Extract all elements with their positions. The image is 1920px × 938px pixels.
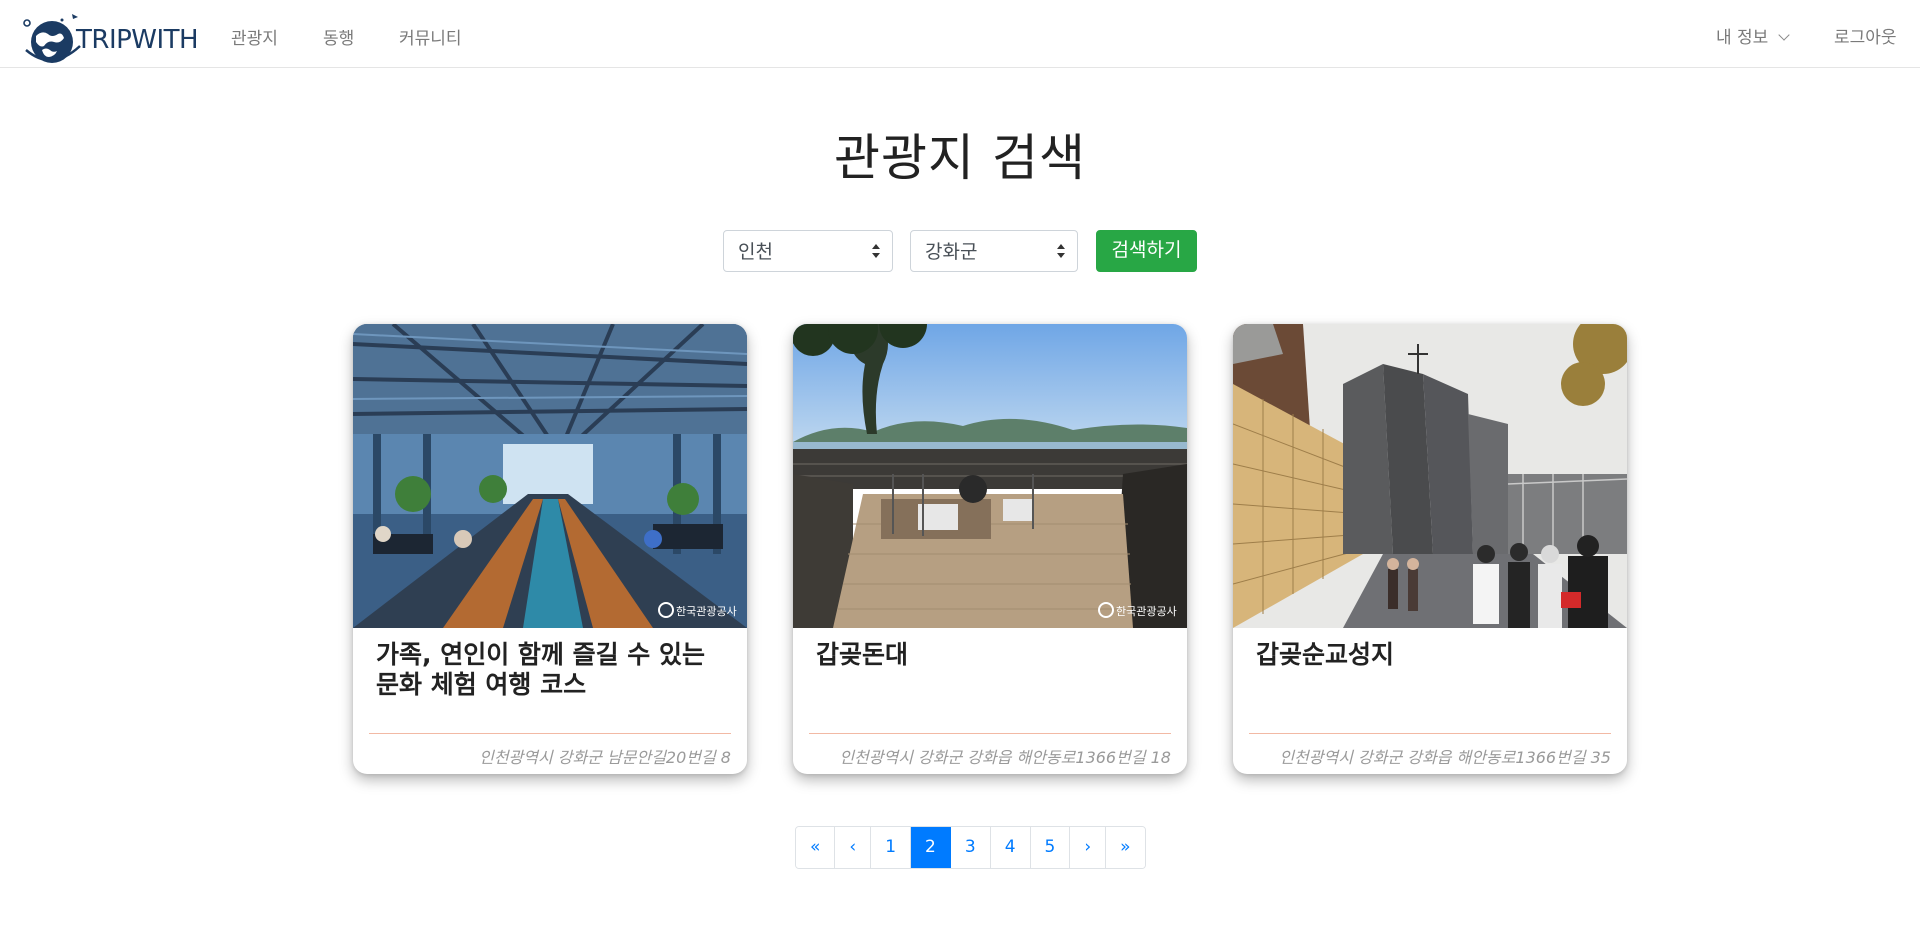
district-select-value: 강화군 <box>925 241 978 263</box>
card-divider <box>369 733 731 734</box>
attraction-card[interactable]: 갑곶순교성지 인천광역시 강화군 강화읍 해안동로1366번길 35 <box>1233 324 1627 774</box>
card-title[interactable]: 갑곶돈대 <box>816 640 1166 670</box>
page-button-2-current[interactable]: 2 <box>911 827 951 868</box>
attraction-card[interactable]: 한국관광공사 가족, 연인이 함께 즐길 수 있는 문화 체험 여행 코스 인천… <box>353 324 747 774</box>
nav-link-community[interactable]: 커뮤니티 <box>399 24 462 49</box>
logo-text: TRIPWITH <box>76 25 199 55</box>
brand-logo[interactable]: TRIPWITH <box>22 10 199 66</box>
card-address: 인천광역시 강화군 강화읍 해안동로1366번길 35 <box>1279 748 1611 767</box>
page-title: 관광지 검색 <box>834 129 1086 187</box>
last-page-button[interactable]: » <box>1106 827 1145 868</box>
logout-link[interactable]: 로그아웃 <box>1834 23 1897 48</box>
page-button-5[interactable]: 5 <box>1030 827 1071 868</box>
chevron-down-icon <box>1778 29 1790 41</box>
region-select-value: 인천 <box>738 241 773 263</box>
nav-link-attractions[interactable]: 관광지 <box>231 24 278 49</box>
region-select[interactable]: 인천 <box>723 230 893 272</box>
top-navbar: TRIPWITH 관광지 동행 커뮤니티 내 정보 로그아웃 <box>0 0 1920 68</box>
first-page-button[interactable]: « <box>796 827 836 868</box>
page-button-4[interactable]: 4 <box>990 827 1031 868</box>
page-button-3[interactable]: 3 <box>950 827 991 868</box>
card-address: 인천광역시 강화군 강화읍 해안동로1366번길 18 <box>839 748 1171 767</box>
card-divider <box>1249 733 1611 734</box>
page-button-1[interactable]: 1 <box>871 827 912 868</box>
card-address: 인천광역시 강화군 남문안길20번길 8 <box>479 748 731 767</box>
select-arrows-icon <box>872 243 880 259</box>
attraction-card[interactable]: 한국관광공사 갑곶돈대 인천광역시 강화군 강화읍 해안동로1366번길 18 <box>793 324 1187 774</box>
nav-link-companion[interactable]: 동행 <box>323 24 354 49</box>
card-image[interactable] <box>1233 324 1627 628</box>
card-image[interactable]: 한국관광공사 <box>793 324 1187 628</box>
card-divider <box>809 733 1171 734</box>
search-button[interactable]: 검색하기 <box>1096 230 1197 272</box>
district-select[interactable]: 강화군 <box>910 230 1078 272</box>
select-arrows-icon <box>1057 243 1065 259</box>
card-image[interactable]: 한국관광공사 <box>353 324 747 628</box>
pagination: « ‹ 1 2 3 4 5 › » <box>795 826 1146 869</box>
next-page-button[interactable]: › <box>1070 827 1107 868</box>
my-info-label: 내 정보 <box>1716 28 1769 48</box>
card-title[interactable]: 갑곶순교성지 <box>1256 640 1606 670</box>
prev-page-button[interactable]: ‹ <box>835 827 872 868</box>
watermark-text: 한국관광공사 <box>676 605 737 618</box>
card-title[interactable]: 가족, 연인이 함께 즐길 수 있는 문화 체험 여행 코스 <box>376 640 726 700</box>
watermark-text: 한국관광공사 <box>1116 605 1177 618</box>
globe-logo-icon <box>23 14 81 63</box>
my-info-dropdown[interactable]: 내 정보 <box>1716 23 1790 48</box>
